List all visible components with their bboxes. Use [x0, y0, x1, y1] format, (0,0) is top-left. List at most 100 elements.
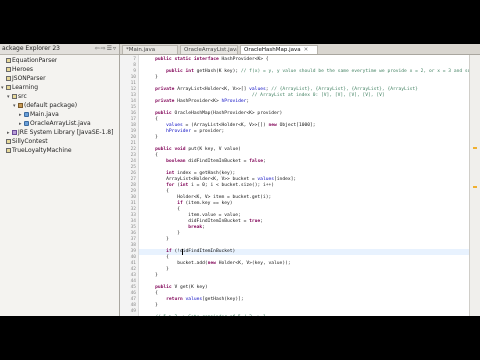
editor-tab-bar: *Main.java OracleArrayList.java OracleHash… [120, 44, 480, 55]
line-number: 21 [130, 141, 136, 146]
tree-item-label: TrueLoyaltyMachine [12, 147, 72, 154]
line-number: 17 [130, 117, 136, 122]
tree-item-label: JRE System Library [JavaSE-1.8] [18, 129, 114, 136]
tree-item-label: SillyContest [12, 138, 48, 145]
line-number: 34 [130, 219, 136, 224]
line-number: 33 [130, 213, 136, 218]
line-number: 42 [130, 267, 136, 272]
code-line[interactable]: public OracleHashMap(HashProvider<K> pro… [144, 111, 282, 117]
line-number: 45 [130, 285, 136, 290]
tree-item[interactable]: ▸ Main.java [0, 110, 59, 119]
tree-item-label: Learning [12, 84, 39, 91]
line-number: 29 [130, 189, 136, 194]
code-line[interactable]: public void put(K key, V value) [144, 147, 241, 153]
line-number: 10 [130, 75, 136, 80]
code-line[interactable]: } [144, 75, 158, 81]
line-number: 49 [130, 309, 136, 314]
line-number: 19 [130, 129, 136, 134]
tree-item[interactable]: TrueLoyaltyMachine [0, 146, 72, 155]
line-number: 27 [130, 177, 136, 182]
line-number: 13 [130, 93, 136, 98]
code-editor[interactable]: 7 8 9 10 11 12 13 14 15 16 17 18 19 20 21 22 23 24 25 26 27 2… [120, 55, 470, 316]
tree-item-label: OracleArrayList.java [30, 120, 91, 127]
folder-icon [12, 94, 17, 99]
tree-item[interactable]: SillyContest [0, 137, 48, 146]
code-line[interactable]: } [144, 273, 158, 279]
line-number: 8 [133, 63, 136, 68]
line-number: 14 [130, 99, 136, 104]
line-number: 44 [130, 279, 136, 284]
tree-item[interactable]: ▾ Learning [0, 83, 38, 92]
eclipse-ide-window: ackage Explorer 23 ⇦⇨☰▿ EquationParser He… [0, 44, 480, 316]
line-number: 20 [130, 135, 136, 140]
tree-item-label: Heroes [12, 66, 34, 73]
text-cursor [182, 249, 183, 255]
folder-icon [6, 85, 11, 90]
editor-tab-label: OracleHashMap.java [244, 47, 301, 53]
editor-tab[interactable]: *Main.java [122, 45, 178, 54]
line-number: 18 [130, 123, 136, 128]
line-number: 39 [130, 249, 136, 254]
line-number: 46 [130, 291, 136, 296]
line-number: 36 [130, 231, 136, 236]
close-tab-icon[interactable]: ✕ [304, 47, 309, 53]
line-number: 24 [130, 159, 136, 164]
package-icon [18, 103, 23, 108]
tree-item[interactable]: EquationParser [0, 56, 57, 65]
line-number: 28 [130, 183, 136, 188]
line-number: 38 [130, 243, 136, 248]
package-explorer-header: ackage Explorer 23 ⇦⇨☰▿ [0, 44, 119, 55]
line-number: 15 [130, 105, 136, 110]
line-number: 12 [130, 87, 136, 92]
line-number: 7 [133, 57, 136, 62]
tree-item[interactable]: ▾ (default package) [0, 101, 77, 110]
tree-item[interactable]: ▾ src [0, 92, 27, 101]
tree-item-label: EquationParser [12, 57, 58, 64]
folder-icon [6, 67, 11, 72]
tree-item-label: JSONParser [12, 75, 46, 82]
line-number: 35 [130, 225, 136, 230]
package-explorer-toolbar-icons[interactable]: ⇦⇨☰▿ [95, 45, 117, 52]
line-number: 23 [130, 153, 136, 158]
line-number: 47 [130, 297, 136, 302]
code-line[interactable]: // 5 % 2 -> Gets remainder of 5 / 2 -> 1 [144, 315, 266, 316]
code-line[interactable]: private HashProvider<K> hProvider; [144, 99, 249, 105]
warning-marker[interactable] [473, 147, 477, 149]
line-number: 31 [130, 201, 136, 206]
tree-item-label: Main.java [30, 111, 59, 118]
line-number: 30 [130, 195, 136, 200]
code-line[interactable]: } [144, 303, 158, 309]
folder-icon [6, 76, 11, 81]
tree-item[interactable]: ▸ JRE System Library [JavaSE-1.8] [0, 128, 113, 137]
line-number: 26 [130, 171, 136, 176]
tree-item[interactable]: Heroes [0, 65, 33, 74]
line-number: 22 [130, 147, 136, 152]
overview-ruler[interactable] [469, 55, 480, 316]
code-line[interactable]: return values[getHash(key)]; [144, 297, 244, 303]
code-line[interactable]: } [144, 135, 158, 141]
code-line[interactable]: public static interface HashProvider<K> … [144, 57, 268, 63]
code-line[interactable]: } [144, 237, 169, 243]
folder-icon [6, 58, 11, 63]
code-line[interactable]: public int getHash(K key); // f(x) = y, … [144, 69, 470, 75]
editor-tab-label: OracleArrayList.java [184, 47, 238, 53]
package-explorer: ackage Explorer 23 ⇦⇨☰▿ EquationParser He… [0, 44, 120, 316]
editor-tab[interactable]: OracleHashMap.java ✕ [240, 45, 318, 54]
code-line[interactable]: boolean didFindItemInBucket = false; [144, 159, 266, 165]
tree-item-label: (default package) [24, 102, 78, 109]
lib-icon [12, 130, 17, 135]
editor-tab[interactable]: OracleArrayList.java [180, 45, 238, 54]
line-number: 25 [130, 165, 136, 170]
folder-icon [6, 139, 11, 144]
line-number: 48 [130, 303, 136, 308]
line-number: 40 [130, 255, 136, 260]
line-number: 11 [130, 81, 136, 86]
tree-item[interactable]: ▸ OracleArrayList.java [0, 119, 91, 128]
line-number: 43 [130, 273, 136, 278]
warning-marker[interactable] [473, 186, 477, 188]
folder-icon [6, 148, 11, 153]
editor-tab-label: *Main.java [126, 47, 156, 53]
line-number: 32 [130, 207, 136, 212]
line-number: 41 [130, 261, 136, 266]
tree-item[interactable]: JSONParser [0, 74, 46, 83]
